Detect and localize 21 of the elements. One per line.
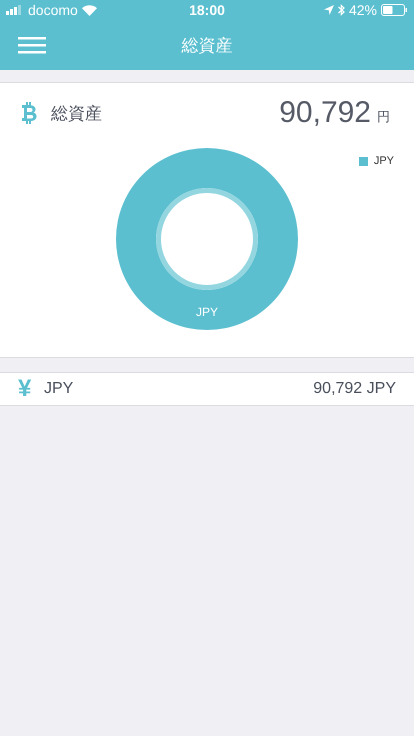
signal-icon	[6, 5, 24, 15]
status-time: 18:00	[189, 2, 225, 18]
total-amount: 90,792	[279, 96, 371, 130]
asset-amount: 90,792 JPY	[313, 380, 396, 398]
wifi-icon	[82, 4, 97, 16]
bitcoin-icon	[22, 102, 37, 124]
yen-icon: ¥	[18, 375, 40, 403]
total-assets-label: 総資産	[51, 102, 103, 124]
asset-name: JPY	[44, 380, 74, 398]
asset-row[interactable]: ¥ JPY 90,792 JPY	[0, 372, 414, 406]
location-arrow-icon	[324, 5, 334, 15]
carrier-name: docomo	[28, 2, 78, 18]
battery-percent: 42%	[348, 2, 377, 18]
battery-icon	[381, 4, 408, 16]
currency-unit: 円	[377, 108, 390, 126]
bluetooth-icon	[338, 4, 345, 16]
legend-swatch	[358, 156, 368, 166]
legend-label: JPY	[374, 155, 394, 167]
menu-button[interactable]	[18, 37, 46, 54]
nav-title: 総資産	[182, 34, 232, 56]
slice-label: JPY	[196, 305, 218, 319]
